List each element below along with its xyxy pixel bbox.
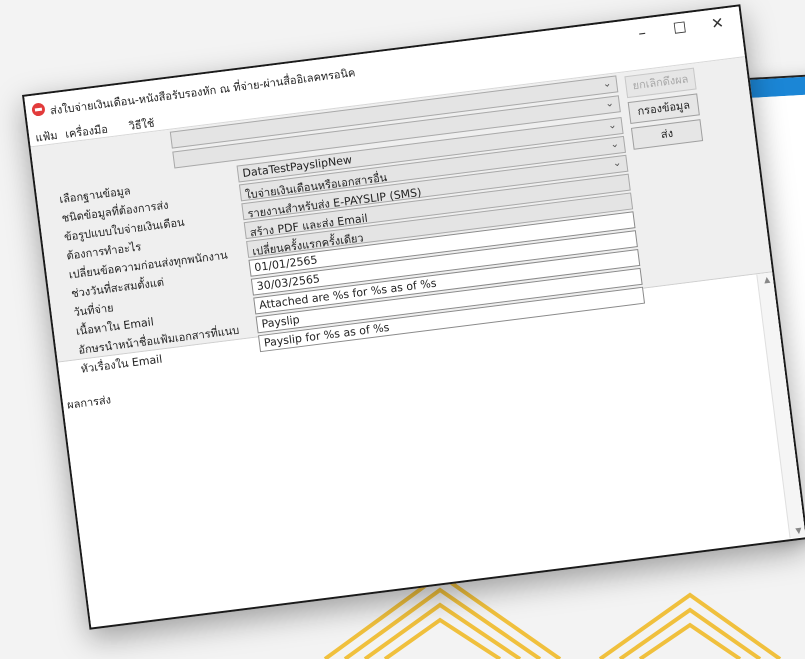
chevron-down-icon: ⌄ [612,157,622,170]
send-button[interactable]: ส่ง [630,119,704,150]
cancel-button[interactable]: ยกเลิกดึงผล [624,67,697,99]
scroll-up-icon[interactable]: ▲ [763,275,770,285]
payslip-app-icon [31,102,46,117]
results-label: ผลการส่ง [66,393,112,412]
scroll-down-icon[interactable]: ▼ [795,526,802,536]
chevron-down-icon: ⌄ [607,119,618,132]
chevron-down-icon: ⌄ [602,78,612,91]
chevron-down-icon: ⌄ [604,97,615,110]
maximize-button[interactable]: ☐ [659,14,700,43]
minimize-button[interactable]: – [622,19,663,48]
chevron-down-icon: ⌄ [609,138,620,151]
payslip-sender-window: ส่งใบจ่ายเงินเดือน-หนังสือรับรองหัก ณ ที… [22,4,805,630]
close-button[interactable]: ✕ [697,9,738,38]
filter-button[interactable]: กรองข้อมูล [627,93,700,124]
